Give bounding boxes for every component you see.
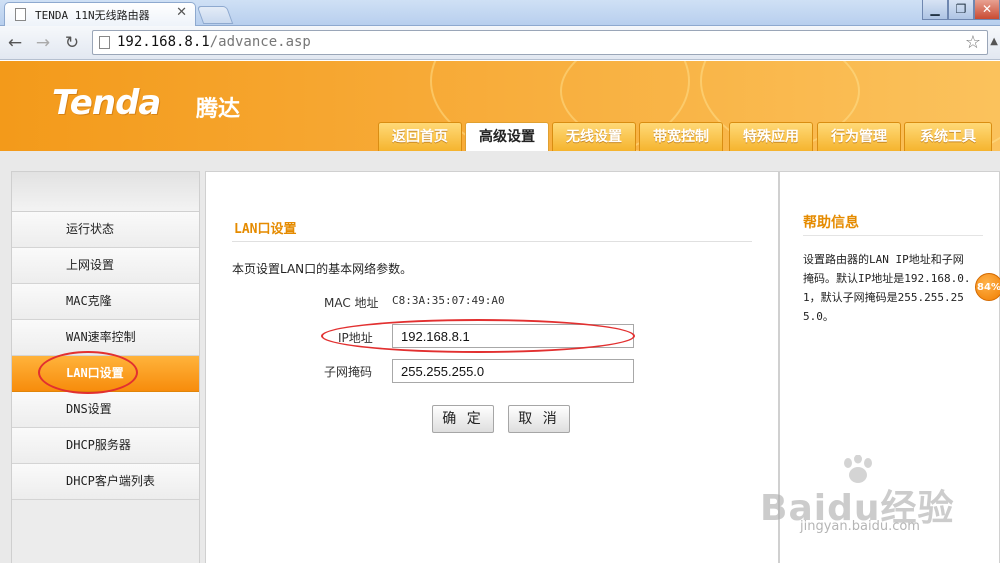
- tenda-logo: Tenda: [52, 83, 161, 123]
- subnet-mask-input[interactable]: [392, 359, 634, 383]
- nav-special[interactable]: 特殊应用: [729, 122, 813, 151]
- url-text: 192.168.8.1/advance.asp: [117, 34, 311, 50]
- page-icon: [99, 36, 110, 49]
- browser-toolbar: ← → ↻ 192.168.8.1/advance.asp ☆ ▲: [0, 26, 1000, 60]
- router-header: Tenda 腾达 返回首页 高级设置 无线设置 带宽控制 特殊应用 行为管理 系…: [0, 61, 1000, 151]
- nav-bandwidth[interactable]: 带宽控制: [639, 122, 723, 151]
- progress-badge[interactable]: 84%: [975, 273, 1000, 301]
- nav-system-tools[interactable]: 系统工具: [904, 122, 992, 151]
- sidebar: 运行状态 上网设置 MAC克隆 WAN速率控制 LAN口设置 DNS设置 DHC…: [11, 171, 200, 563]
- sidebar-item-dhcp-server[interactable]: DHCP服务器: [12, 428, 199, 464]
- mac-label: MAC 地址: [324, 296, 379, 310]
- tab-title: TENDA 11N无线路由器: [35, 9, 150, 22]
- nav-home[interactable]: 返回首页: [378, 122, 462, 151]
- reload-icon[interactable]: ↻: [61, 32, 83, 54]
- close-window-icon[interactable]: ✕: [974, 0, 1000, 20]
- mac-value: C8:3A:35:07:49:A0: [392, 294, 505, 307]
- ip-label: IP地址: [338, 331, 373, 345]
- divider: [232, 241, 752, 242]
- confirm-button[interactable]: 确 定: [432, 405, 494, 433]
- close-tab-icon[interactable]: ✕: [176, 5, 187, 20]
- nav-behavior[interactable]: 行为管理: [817, 122, 901, 151]
- restore-icon[interactable]: ❐: [948, 0, 974, 20]
- section-description: 本页设置LAN口的基本网络参数。: [232, 262, 413, 276]
- main-panel: LAN口设置 本页设置LAN口的基本网络参数。 MAC 地址 C8:3A:35:…: [205, 171, 779, 563]
- ip-address-input[interactable]: [392, 324, 634, 348]
- sidebar-item-dns[interactable]: DNS设置: [12, 392, 199, 428]
- tenda-logo-cn: 腾达: [196, 97, 241, 122]
- nav-advanced[interactable]: 高级设置: [465, 122, 549, 151]
- new-tab-button[interactable]: [196, 6, 234, 24]
- watermark-url: jingyan.baidu.com: [800, 519, 920, 534]
- page-icon: [15, 8, 26, 21]
- minimize-icon[interactable]: ▁: [922, 0, 948, 20]
- scroll-up-arrow-icon[interactable]: ▲: [990, 36, 998, 47]
- sidebar-item-wan-rate[interactable]: WAN速率控制: [12, 320, 199, 356]
- help-title: 帮助信息: [803, 215, 859, 231]
- browser-titlebar: TENDA 11N无线路由器 ✕ ▁ ❐ ✕: [0, 0, 1000, 26]
- section-title: LAN口设置: [234, 222, 297, 237]
- sidebar-item-mac-clone[interactable]: MAC克隆: [12, 284, 199, 320]
- sidebar-item-lan[interactable]: LAN口设置: [12, 356, 199, 392]
- back-arrow-icon[interactable]: ←: [4, 32, 26, 54]
- divider: [803, 235, 983, 236]
- browser-tab[interactable]: TENDA 11N无线路由器 ✕: [4, 2, 196, 26]
- forward-arrow-icon[interactable]: →: [32, 32, 54, 54]
- subnet-mask-label: 子网掩码: [324, 365, 373, 379]
- nav-wireless[interactable]: 无线设置: [552, 122, 636, 151]
- help-text: 设置路由器的LAN IP地址和子网掩码。默认IP地址是192.168.0.1，默…: [803, 253, 971, 323]
- sidebar-item-dhcp-clients[interactable]: DHCP客户端列表: [12, 464, 199, 500]
- sidebar-item-internet[interactable]: 上网设置: [12, 248, 199, 284]
- sidebar-item-status[interactable]: 运行状态: [12, 212, 199, 248]
- baidu-watermark: Baidu经验 jingyan.baidu.com: [760, 455, 960, 545]
- address-bar[interactable]: 192.168.8.1/advance.asp ☆: [92, 30, 988, 55]
- sidebar-header: [12, 172, 199, 212]
- bookmark-star-icon[interactable]: ☆: [965, 32, 981, 53]
- cancel-button[interactable]: 取 消: [508, 405, 570, 433]
